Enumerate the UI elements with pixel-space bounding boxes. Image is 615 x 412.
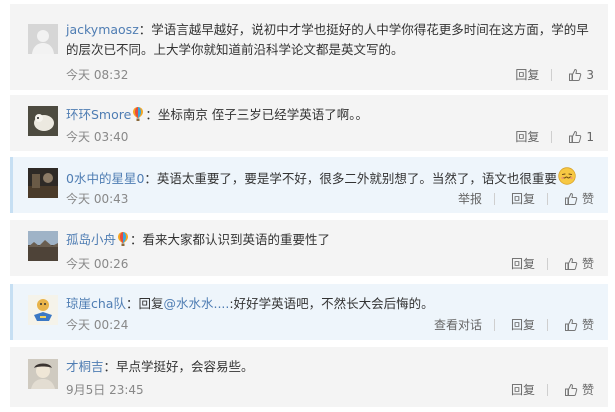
divider [546,383,548,396]
comment-text: ：学语言越早越好，说初中才学也挺好的人中学你得花更多时间在这方面，学的早的层次已… [66,22,589,57]
reply-button[interactable]: 回复 [515,66,539,83]
comment-meta: 今天 03:40 回复 1 [66,128,594,146]
like-label: 赞 [581,383,594,397]
comment-text: ：早点学挺好，会容易些。 [103,359,254,374]
comment-body: 孤岛小舟 ：看来大家都认识到英语的重要性了 [66,230,594,252]
report-button[interactable]: 举报 [458,190,482,207]
mention-link[interactable]: @水水水.... [163,296,229,311]
emoji-icon [558,167,576,191]
comment-body: 才桐吉：早点学挺好，会容易些。 [66,357,594,377]
comment-card: 孤岛小舟 ：看来大家都认识到英语的重要性了 今天 00:26 回复 赞 [10,220,608,276]
thumbs-up-icon [564,318,578,331]
divider [546,318,548,331]
timestamp: 今天 00:26 [66,257,129,271]
comment-actions: 查看对话 回复 赞 [418,316,594,333]
thumbs-up-icon [569,68,582,81]
thumbs-up-icon [564,192,578,205]
comment-card: 环环Smore ：坐标南京 侄子三岁已经学英语了啊。。 今天 03:40 回复 1 [10,95,608,151]
timestamp: 9月5日 23:45 [66,383,144,397]
like-label: 赞 [581,257,594,271]
like-button[interactable]: 赞 [564,381,594,398]
comment-text: ：坐标南京 侄子三岁已经学英语了啊。。 [145,107,369,122]
reply-button[interactable]: 回复 [515,128,539,145]
comment-body: jackymaosz：学语言越早越好，说初中才学也挺好的人中学你得花更多时间在这… [66,20,594,60]
timestamp: 今天 00:24 [66,318,129,332]
divider [551,130,553,143]
balloon-badge-icon[interactable] [132,107,144,127]
like-label: 赞 [581,192,594,206]
comment-actions: 举报 回复 赞 [442,190,594,207]
username-link[interactable]: jackymaosz [66,22,139,37]
avatar[interactable] [28,106,58,136]
divider [546,192,548,205]
divider [493,192,495,205]
comment-text: :好好学英语吧，不然长大会后悔的。 [229,296,434,311]
comment-body: 0水中的星星0：英语太重要了，要是学不好，很多二外就别想了。当然了，语文也很重要 [66,167,594,191]
reply-button[interactable]: 回复 [511,255,535,272]
divider [551,68,553,81]
reply-button[interactable]: 回复 [511,316,535,333]
reply-button[interactable]: 回复 [511,381,535,398]
comment-body: 琼崖cha队：回复@水水水....:好好学英语吧，不然长大会后悔的。 [66,294,594,314]
comment-card: 才桐吉：早点学挺好，会容易些。 9月5日 23:45 回复 赞 [10,347,608,407]
username-link[interactable]: 琼崖cha队 [66,296,126,311]
comment-actions: 回复 赞 [495,381,594,398]
comment-card-highlighted: 0水中的星星0：英语太重要了，要是学不好，很多二外就别想了。当然了，语文也很重要… [10,157,608,213]
username-link[interactable]: 才桐吉 [66,359,104,374]
username-link[interactable]: 环环Smore [66,107,131,122]
comment-text: ：看来大家都认识到英语的重要性了 [130,232,331,247]
divider [493,318,495,331]
comment-body: 环环Smore ：坐标南京 侄子三岁已经学英语了啊。。 [66,105,594,127]
comment-meta: 今天 00:26 回复 赞 [66,255,594,273]
timestamp: 今天 08:32 [66,68,129,82]
thumbs-up-icon [564,257,578,270]
divider [546,257,548,270]
like-count: 3 [586,67,594,82]
reply-button[interactable]: 回复 [511,190,535,207]
avatar[interactable] [28,168,58,198]
comment-card: jackymaosz：学语言越早越好，说初中才学也挺好的人中学你得花更多时间在这… [10,4,608,90]
avatar[interactable] [28,231,58,261]
comment-text: ：英语太重要了，要是学不好，很多二外就别想了。当然了，语文也很重要 [144,171,557,186]
view-conversation-button[interactable]: 查看对话 [434,316,482,333]
comment-actions: 回复 1 [499,128,594,145]
like-label: 赞 [581,318,594,332]
like-count: 1 [586,129,594,144]
comment-meta: 今天 08:32 回复 3 [66,66,594,84]
balloon-badge-icon[interactable] [117,232,129,252]
like-button[interactable]: 赞 [564,255,594,272]
reply-prefix: ：回复 [125,296,164,311]
avatar[interactable] [28,359,58,389]
comment-card-highlighted: 琼崖cha队：回复@水水水....:好好学英语吧，不然长大会后悔的。 今天 00… [10,284,608,340]
username-link[interactable]: 0水中的星星0 [66,171,144,186]
like-button[interactable]: 赞 [564,190,594,207]
comment-meta: 今天 00:43 举报 回复 赞 [66,190,594,208]
like-button[interactable]: 3 [568,68,594,82]
comment-meta: 9月5日 23:45 回复 赞 [66,381,594,399]
timestamp: 今天 03:40 [66,130,129,144]
timestamp: 今天 00:43 [66,192,129,206]
thumbs-up-icon [569,130,582,143]
comment-actions: 回复 3 [499,66,594,83]
comment-meta: 今天 00:24 查看对话 回复 赞 [66,316,594,334]
avatar[interactable] [28,24,58,54]
thumbs-up-icon [564,383,578,396]
username-link[interactable]: 孤岛小舟 [66,232,116,247]
comment-actions: 回复 赞 [495,255,594,272]
like-button[interactable]: 赞 [564,316,594,333]
avatar[interactable] [28,295,58,325]
like-button[interactable]: 1 [568,130,594,144]
